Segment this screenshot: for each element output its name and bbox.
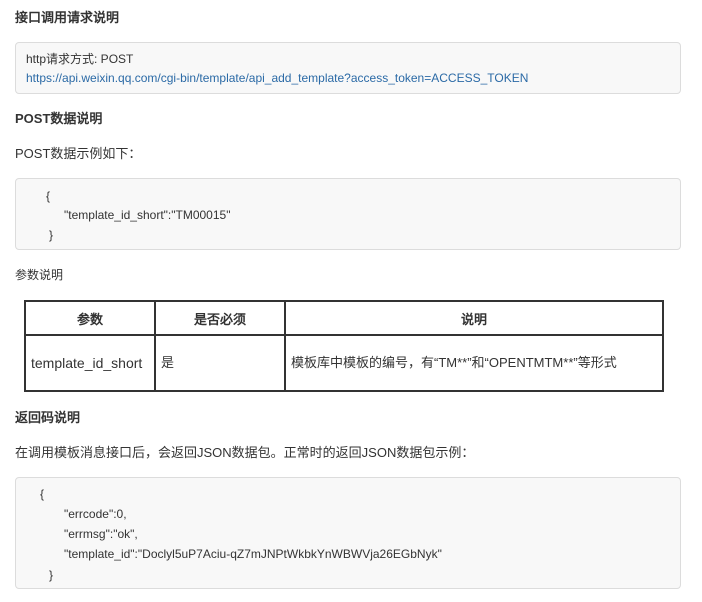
return-code-box: { "errcode":0, "errmsg":"ok", "template_… [15, 477, 681, 589]
post-data-intro: POST数据示例如下： [15, 146, 142, 161]
return-code-intro: 在调用模板消息接口后，会返回JSON数据包。正常时的返回JSON数据包示例： [15, 445, 475, 460]
return-code-heading: 返回码说明 [15, 410, 81, 425]
param-desc-cell: 模板库中模板的编号，有“TM**”和“OPENTMTM**”等形式 [284, 334, 664, 392]
return-code-open-brace: { [40, 487, 45, 501]
params-table: 参数 是否必须 说明 template_id_short 是 模板库中模板的编号… [24, 300, 664, 392]
post-code-close-brace: } [49, 228, 54, 242]
params-heading: 参数说明 [15, 268, 64, 282]
request-heading: 接口调用请求说明 [15, 10, 120, 25]
return-code-close-brace: } [49, 568, 54, 582]
params-col-required-header: 是否必须 [154, 300, 286, 336]
post-code-open-brace: { [46, 189, 51, 203]
params-table-header-row: 参数 是否必须 说明 [24, 300, 664, 336]
table-row: template_id_short 是 模板库中模板的编号，有“TM**”和“O… [24, 334, 664, 392]
param-required-cell: 是 [154, 334, 286, 392]
request-method-line: http请求方式: POST [26, 52, 134, 66]
return-code-line-errcode: "errcode":0, [64, 507, 127, 521]
return-code-line-template-id: "template_id":"Doclyl5uP7Aciu-qZ7mJNPtWk… [64, 547, 442, 561]
request-url-link[interactable]: https://api.weixin.qq.com/cgi-bin/templa… [26, 70, 528, 86]
return-code-line-errmsg: "errmsg":"ok", [64, 527, 138, 541]
params-col-desc-header: 说明 [284, 300, 664, 336]
post-code-line: "template_id_short":"TM00015" [64, 208, 231, 222]
params-col-name-header: 参数 [24, 300, 156, 336]
post-code-box: { "template_id_short":"TM00015" } [15, 178, 681, 250]
request-info-box: http请求方式: POST https://api.weixin.qq.com… [15, 42, 681, 94]
param-name-cell: template_id_short [24, 334, 156, 392]
post-data-heading: POST数据说明 [15, 111, 103, 126]
